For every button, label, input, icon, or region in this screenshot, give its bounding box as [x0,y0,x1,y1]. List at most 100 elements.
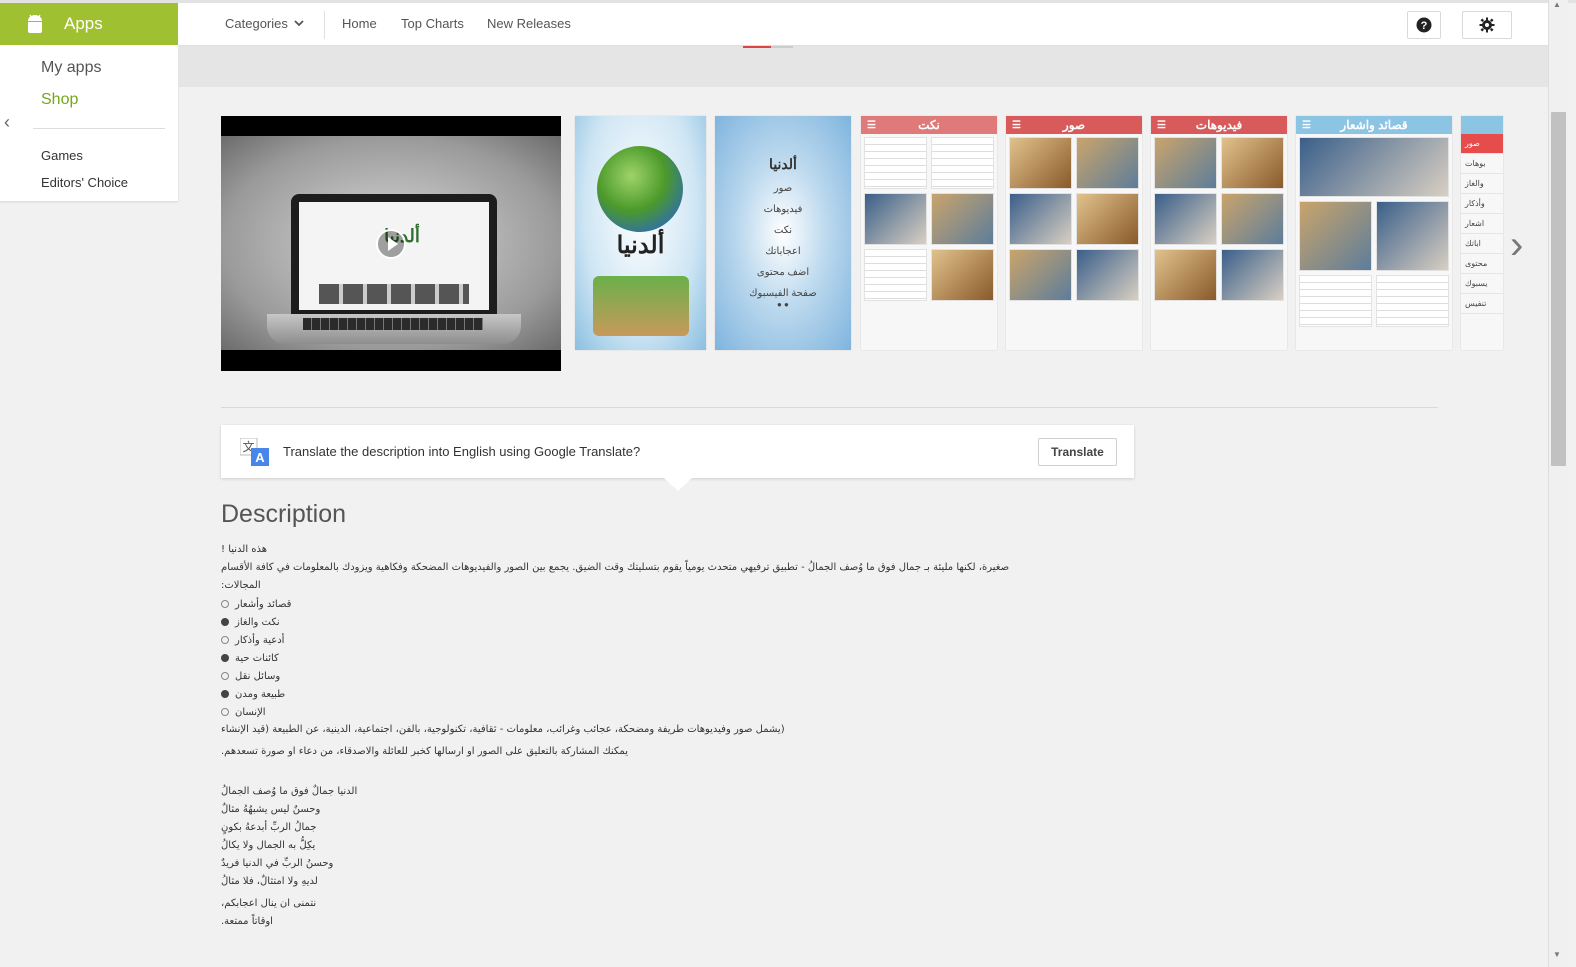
collapse-nav-icon[interactable]: ‹ [4,112,10,133]
help-button[interactable]: ? [1407,11,1441,39]
list-item [1299,201,1372,271]
screenshot-videos[interactable]: ☰ فيديوهات [1151,116,1287,350]
bullet-icon [221,618,229,626]
poem-line: جمالُ الربِّ أبدعهُ بكونٍ [221,822,317,833]
nav-editors-choice[interactable]: Editors' Choice [41,175,128,190]
list-item [1376,201,1449,271]
list-item [864,193,927,245]
list-item [864,249,927,301]
images-grid [1006,134,1142,304]
nav-home[interactable]: Home [342,16,377,31]
nav-new-releases[interactable]: New Releases [487,16,571,31]
laptop-base [267,314,521,344]
list-item [1009,193,1072,245]
nav-divider [33,128,165,129]
book-image [593,276,689,336]
settings-button[interactable] [1462,11,1512,39]
gear-icon [1479,17,1495,33]
top-bar: Categories Home Top Charts New Releases … [178,3,1548,46]
jokes-header: ☰ نكت [861,116,997,134]
menu-icon: ☰ [1012,120,1021,131]
svg-text:?: ? [1421,20,1428,32]
scroll-down-icon[interactable]: ▼ [1553,950,1561,959]
list-item: كائنات حية [221,649,1021,667]
menu-icon: ☰ [1157,120,1166,131]
list-item: وأذكار [1461,194,1503,214]
poem-line: الدنيا جمالٌ فوق ما وُصف الجمالُ [221,786,358,797]
list-item [931,137,994,189]
description-line: يمكنك المشاركة بالتعليق على الصور او ارس… [221,746,628,757]
poems-grid [1296,134,1452,330]
help-icon: ? [1416,17,1432,33]
list-item [1154,249,1217,301]
translate-pointer [664,478,692,491]
screenshot-side-menu[interactable]: صور بوهات والغاز وأذكار اشعار اباتك محتو… [1461,116,1503,350]
scroll-up-icon[interactable]: ▲ [1553,0,1561,9]
list-item [1009,249,1072,301]
translate-card: 文 A Translate the description into Engli… [221,425,1134,491]
poem-line: يكِلُّ به الجمال ولا يكالُ [221,840,316,851]
list-item [931,193,994,245]
description-line: (يشمل صور وفيديوهات طريفة ومضحكة، عجائب … [221,724,785,735]
chevron-right-icon[interactable]: › [1510,223,1523,268]
jokes-grid [861,134,997,304]
bullet-text: الإنسان [235,706,266,718]
play-icon[interactable] [376,229,406,259]
promo-video[interactable]: ألدنيا [221,116,561,371]
screenshot-splash[interactable]: ألدنيا [575,116,706,350]
apps-header[interactable]: Apps [0,3,178,45]
nav-my-apps[interactable]: My apps [41,59,101,77]
menu-icon: ☰ [867,120,876,131]
chevron-down-icon [294,20,304,27]
list-item: والغاز [1461,174,1503,194]
bullet-icon [221,636,229,644]
bullet-icon [221,690,229,698]
list-item [1221,193,1284,245]
translate-prompt: Translate the description into English u… [283,444,641,459]
poems-header-label: قصائد واشعار [1340,118,1408,132]
screenshot-images[interactable]: ☰ صور [1006,116,1142,350]
android-icon [28,14,42,33]
nav-shop[interactable]: Shop [41,91,78,109]
bullet-text: طبيعة ومدن [235,688,286,700]
list-item: قصائد وأشعار [221,595,1021,613]
side-nav: My apps Shop Games Editors' Choice [0,45,178,201]
translate-button[interactable]: Translate [1038,438,1117,466]
nav-top-charts[interactable]: Top Charts [401,16,464,31]
list-item [931,249,994,301]
list-item: يسبوك [1461,274,1503,294]
jokes-header-label: نكت [918,118,940,132]
menu-item: اضف محتوى [756,267,810,278]
bullet-icon [221,672,229,680]
menu-list: ألدنيا صور فيديوهات نكت اعجاباتك اضف محت… [715,156,851,309]
menu-item: اعجاباتك [765,246,801,257]
list-item: وسائل نقل [221,667,1021,685]
section-divider [221,407,1438,408]
menu-item: صفحة الفيسبوك [749,288,817,299]
svg-text:A: A [255,450,265,465]
videos-grid [1151,134,1287,304]
screenshot-poems[interactable]: ☰ قصائد واشعار [1296,116,1452,350]
nav-games[interactable]: Games [41,148,83,163]
categories-dropdown[interactable]: Categories [225,16,304,31]
menu-item: صور [773,183,793,194]
description-line: صغيرة، لكنها مليئة بـ جمال فوق ما وُصف ا… [221,562,1010,573]
description-title: Description [221,500,347,528]
scrollbar-thumb[interactable] [1551,112,1566,466]
list-item [1076,193,1139,245]
list-item [1221,137,1284,189]
list-item: اباتك [1461,234,1503,254]
apps-title: Apps [64,14,103,33]
list-item [1299,137,1449,197]
screenshot-jokes[interactable]: ☰ نكت [861,116,997,350]
description-line: هذه الدنيا ! [221,544,268,555]
screenshot-menu[interactable]: ألدنيا صور فيديوهات نكت اعجاباتك اضف محت… [715,116,851,350]
list-item [1154,193,1217,245]
bullet-icon [221,654,229,662]
list-item [1076,137,1139,189]
topbar-divider [324,11,325,39]
list-item: طبيعة ومدن [221,685,1021,703]
list-item [1009,137,1072,189]
splash-app-name: ألدنيا [616,232,665,259]
